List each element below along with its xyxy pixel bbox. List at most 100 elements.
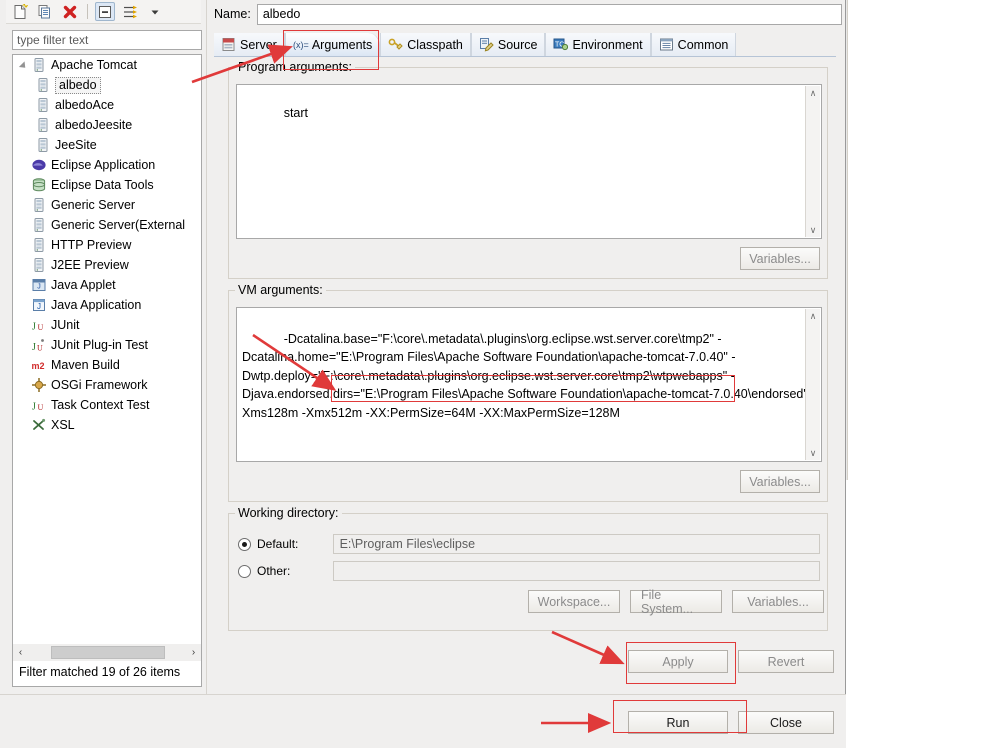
tree-item-generic-server[interactable]: Generic Server xyxy=(13,195,201,215)
tree-item-maven-build[interactable]: m2 Maven Build xyxy=(13,355,201,375)
tab-common[interactable]: Common xyxy=(650,33,737,56)
tree-item-albedojeesite[interactable]: albedoJeesite xyxy=(13,115,201,135)
working-directory-default-row[interactable]: Default: E:\Program Files\eclipse xyxy=(238,534,820,554)
server-icon xyxy=(31,237,47,253)
name-input[interactable]: albedo xyxy=(256,3,842,25)
tree-item-label: OSGi Framework xyxy=(51,377,148,392)
tab-classpath[interactable]: Classpath xyxy=(380,33,471,56)
tab-environment[interactable]: TC Environment xyxy=(545,33,651,56)
tree-item-label: JeeSite xyxy=(55,137,97,152)
tree-item-jeesite[interactable]: JeeSite xyxy=(13,135,201,155)
configuration-tabs[interactable]: Server (x)= Arguments Classpath Source TC Envi… xyxy=(214,33,836,57)
close-button[interactable]: Close xyxy=(738,711,834,734)
workspace-button[interactable]: Workspace... xyxy=(528,590,620,613)
duplicate-configuration-icon[interactable] xyxy=(35,2,55,21)
tree-item-label: JUnit xyxy=(51,317,80,332)
tree-item-eclipse-application[interactable]: Eclipse Application xyxy=(13,155,201,175)
delete-configuration-icon[interactable] xyxy=(60,2,80,21)
default-label: Default: xyxy=(257,537,299,551)
tree-item-task-context-test[interactable]: J U Task Context Test xyxy=(13,395,201,415)
filter-icon[interactable] xyxy=(120,2,140,21)
vm-arguments-label: VM arguments: xyxy=(235,283,326,297)
file-system-button[interactable]: File System... xyxy=(630,588,722,616)
toolbar-divider xyxy=(87,4,88,19)
run-configurations-dialog: type filter text Apache Tomcat albedo albe… xyxy=(0,0,846,748)
configurations-toolbar xyxy=(6,0,201,24)
maven-icon: m2 xyxy=(31,357,47,373)
editor-gutter xyxy=(846,0,848,480)
source-tab-icon xyxy=(479,37,494,52)
tree-item-label: Generic Server xyxy=(51,197,136,212)
working-directory-buttons: Workspace... File System... Variables... xyxy=(528,588,824,616)
tab-label: Classpath xyxy=(407,37,463,52)
vm-arguments-textarea[interactable]: -Dcatalina.base="F:\core\.metadata\.plug… xyxy=(236,307,822,462)
program-arguments-value: start xyxy=(283,106,308,120)
vm-arguments-scrollbar[interactable]: ∧ ∨ xyxy=(805,309,820,460)
other-label: Other: xyxy=(257,564,291,578)
program-arguments-label: Program arguments: xyxy=(235,60,355,74)
server-icon xyxy=(31,57,47,73)
program-arguments-scrollbar[interactable]: ∧ ∨ xyxy=(805,86,820,237)
default-radio[interactable] xyxy=(238,537,251,551)
tree-item-generic-server-external[interactable]: Generic Server(External xyxy=(13,215,201,235)
tree-item-label: Java Applet xyxy=(51,277,116,292)
common-tab-icon xyxy=(659,37,674,52)
scroll-up-arrow[interactable]: ∧ xyxy=(810,86,817,100)
tab-arguments[interactable]: (x)= Arguments xyxy=(284,33,381,56)
tree-item-albedoace[interactable]: albedoAce xyxy=(13,95,201,115)
tree-item-label: XSL xyxy=(51,417,75,432)
scroll-left-arrow[interactable]: ‹ xyxy=(13,645,28,660)
footer-buttons: Run Close xyxy=(628,711,834,734)
variables-button[interactable]: Variables... xyxy=(732,590,824,613)
scroll-up-arrow[interactable]: ∧ xyxy=(810,309,817,323)
scroll-thumb[interactable] xyxy=(50,646,165,659)
tree-item-label: HTTP Preview xyxy=(51,237,132,252)
tree-item-java-application[interactable]: J Java Application xyxy=(13,295,201,315)
other-directory-input[interactable] xyxy=(332,561,820,581)
classpath-tab-icon xyxy=(388,37,403,52)
expand-twisty[interactable] xyxy=(19,60,30,71)
other-radio[interactable] xyxy=(238,564,251,578)
dialog-footer: Run Close xyxy=(0,694,846,748)
tree-item-eclipse-data-tools[interactable]: Eclipse Data Tools xyxy=(13,175,201,195)
tree-item-http-preview[interactable]: HTTP Preview xyxy=(13,235,201,255)
tree-item-xsl[interactable]: XSL xyxy=(13,415,201,435)
tab-label: Environment xyxy=(572,37,643,52)
arguments-tab-icon: (x)= xyxy=(293,37,309,52)
tab-label: Server xyxy=(240,37,277,52)
tree-item-java-applet[interactable]: J Java Applet xyxy=(13,275,201,295)
server-tab-icon xyxy=(221,37,236,52)
name-label: Name: xyxy=(214,7,251,21)
program-arguments-group: Program arguments: start ∧ ∨ Variables..… xyxy=(228,60,828,279)
program-arguments-textarea[interactable]: start ∧ ∨ xyxy=(236,84,822,239)
scroll-right-arrow[interactable]: › xyxy=(186,645,201,660)
apply-button[interactable]: Apply xyxy=(628,650,728,673)
configurations-tree[interactable]: Apache Tomcat albedo albedoAce albedoJeesit… xyxy=(12,54,202,644)
tab-label: Source xyxy=(497,37,538,52)
tree-item-label: Apache Tomcat xyxy=(51,57,137,72)
tree-item-label: Task Context Test xyxy=(51,397,150,412)
chevron-down-icon[interactable] xyxy=(145,2,165,21)
tree-horizontal-scrollbar[interactable]: ‹ › xyxy=(12,644,202,661)
working-directory-other-row[interactable]: Other: xyxy=(238,561,820,581)
tree-item-osgi-framework[interactable]: OSGi Framework xyxy=(13,375,201,395)
revert-button[interactable]: Revert xyxy=(738,650,834,673)
scroll-down-arrow[interactable]: ∨ xyxy=(810,446,817,460)
program-arguments-variables-button[interactable]: Variables... xyxy=(740,247,820,270)
server-icon xyxy=(35,137,51,153)
new-configuration-icon[interactable] xyxy=(10,2,30,21)
collapse-all-icon[interactable] xyxy=(95,2,115,21)
tab-server[interactable]: Server xyxy=(214,33,285,56)
run-button[interactable]: Run xyxy=(628,711,728,734)
vm-arguments-variables-button[interactable]: Variables... xyxy=(740,470,820,493)
tree-item-junit[interactable]: J U JUnit xyxy=(13,315,201,335)
filter-text-input[interactable]: type filter text xyxy=(12,30,202,50)
scroll-down-arrow[interactable]: ∨ xyxy=(810,223,817,237)
tab-source[interactable]: Source xyxy=(470,33,546,56)
tree-item-apache-tomcat[interactable]: Apache Tomcat xyxy=(13,55,201,75)
tree-item-albedo[interactable]: albedo xyxy=(13,75,201,95)
tree-item-junit-plug-in-test[interactable]: J U JUnit Plug-in Test xyxy=(13,335,201,355)
tree-item-label: Eclipse Data Tools xyxy=(51,177,154,192)
tree-item-j2ee-preview[interactable]: J2EE Preview xyxy=(13,255,201,275)
tree-item-label: J2EE Preview xyxy=(51,257,129,272)
